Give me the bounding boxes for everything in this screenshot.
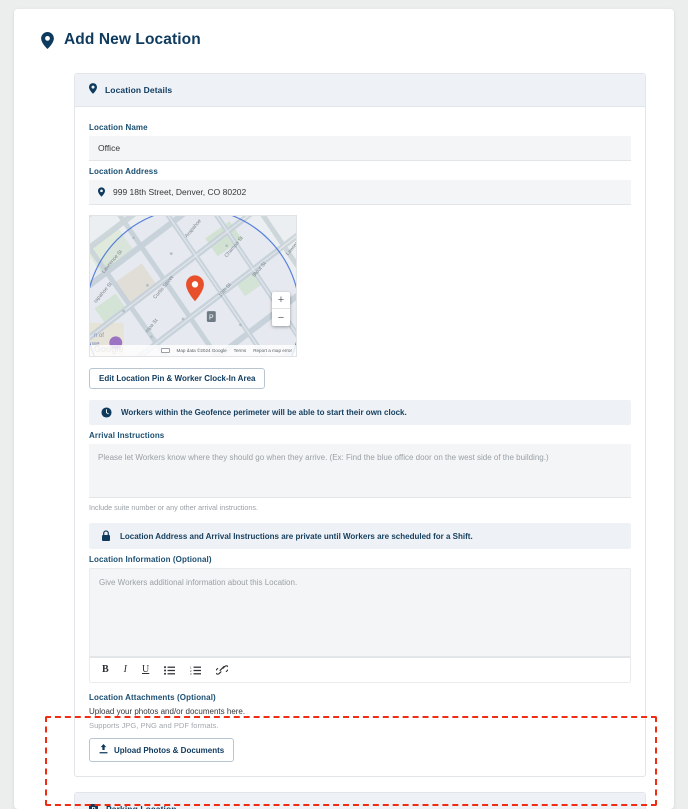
geofence-banner-text: Workers within the Geofence perimeter wi… (121, 408, 407, 417)
attachments-subtext: Upload your photos and/or documents here… (89, 707, 246, 716)
page-card: Add New Location Location Details Locati… (14, 9, 674, 809)
location-address-value: 999 18th Street, Denver, CO 80202 (113, 187, 247, 197)
italic-icon[interactable]: I (124, 665, 127, 675)
location-address-label: Location Address (89, 167, 158, 176)
zoom-in-button[interactable]: + (272, 292, 290, 309)
zoom-out-button[interactable]: − (272, 309, 290, 326)
location-map[interactable]: P Arapahoe Lawrence St Curtis Street Cha… (89, 215, 297, 357)
svg-text:n of: n of (94, 333, 104, 339)
location-information-input[interactable]: Give Workers additional information abou… (90, 569, 630, 657)
arrival-instructions-input[interactable]: Please let Workers know where they shoul… (89, 444, 631, 498)
location-name-label: Location Name (89, 123, 148, 132)
map-terms-link[interactable]: Terms (234, 348, 247, 353)
link-icon[interactable] (216, 665, 229, 675)
bullet-list-icon[interactable] (164, 665, 176, 675)
map-canvas: P Arapahoe Lawrence St Curtis Street Cha… (90, 216, 296, 356)
location-name-value: Office (98, 143, 121, 153)
location-details-body: Location Name Office Location Address 99… (75, 107, 645, 776)
underline-icon[interactable]: U (142, 665, 149, 675)
privacy-banner-text: Location Address and Arrival Instruction… (120, 531, 473, 541)
privacy-info-banner: Location Address and Arrival Instruction… (89, 523, 631, 549)
map-pin-icon (40, 31, 54, 49)
upload-icon (99, 744, 108, 756)
attachments-format-note: Supports JPG, PNG and PDF formats. (89, 721, 219, 730)
parking-location-header-label: Parking Location (106, 804, 177, 809)
rich-text-toolbar: B I U 123 (90, 657, 630, 682)
map-zoom-controls[interactable]: + − (272, 292, 290, 326)
location-details-header-label: Location Details (105, 85, 173, 95)
arrival-instructions-placeholder: Please let Workers know where they shoul… (98, 453, 549, 462)
clock-icon (101, 407, 112, 418)
location-details-header: Location Details (75, 74, 645, 107)
map-attribution-bar: Map data ©2024 Google Terms Report a map… (90, 345, 296, 356)
arrival-instructions-helper: Include suite number or any other arriva… (89, 503, 258, 512)
lock-icon (101, 530, 111, 542)
parking-location-section: P Parking Location Do you have a specifi… (74, 792, 646, 809)
location-information-label: Location Information (Optional) (89, 555, 212, 564)
map-data-attribution: Map data ©2024 Google (176, 348, 227, 353)
svg-text:3: 3 (190, 671, 192, 674)
upload-button-label: Upload Photos & Documents (114, 745, 225, 755)
map-pin-icon (89, 81, 97, 99)
parking-icon: P (89, 800, 98, 809)
keyboard-shortcuts-icon[interactable] (160, 348, 170, 353)
location-name-input[interactable]: Office (89, 136, 631, 161)
attachments-label: Location Attachments (Optional) (89, 693, 216, 702)
location-details-section: Location Details Location Name Office Lo… (74, 73, 646, 777)
location-information-placeholder: Give Workers additional information abou… (99, 578, 298, 587)
location-address-input[interactable]: 999 18th Street, Denver, CO 80202 (89, 180, 631, 205)
bold-icon[interactable]: B (102, 665, 109, 675)
arrival-instructions-label: Arrival Instructions (89, 431, 165, 440)
edit-location-pin-button[interactable]: Edit Location Pin & Worker Clock-In Area (89, 368, 266, 389)
numbered-list-icon[interactable]: 123 (190, 666, 202, 675)
page-title: Add New Location (64, 31, 201, 48)
map-pin-icon (98, 187, 105, 197)
map-report-error-link[interactable]: Report a map error (253, 348, 292, 353)
upload-photos-documents-button[interactable]: Upload Photos & Documents (89, 738, 235, 762)
geofence-info-banner: Workers within the Geofence perimeter wi… (89, 400, 631, 425)
parking-location-header: P Parking Location (75, 793, 645, 809)
svg-text:P: P (209, 314, 214, 321)
page-header: Add New Location (14, 9, 674, 49)
